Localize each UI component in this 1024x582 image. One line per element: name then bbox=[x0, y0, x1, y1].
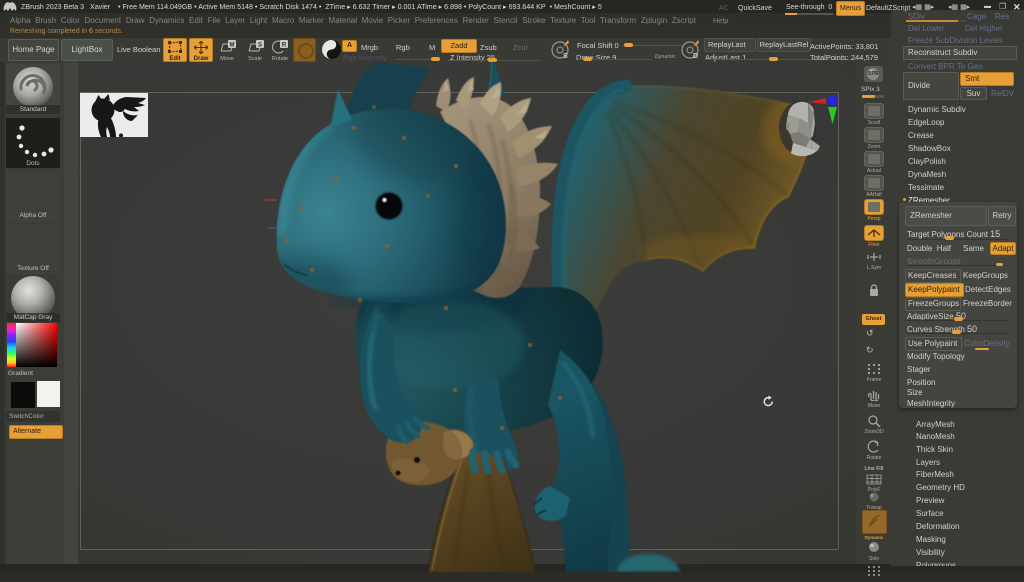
svg-text:S: S bbox=[258, 43, 262, 49]
svg-text:R: R bbox=[282, 43, 287, 49]
svg-text:M: M bbox=[230, 43, 235, 49]
svg-text:D: D bbox=[693, 53, 698, 60]
svg-text:S: S bbox=[563, 53, 568, 60]
